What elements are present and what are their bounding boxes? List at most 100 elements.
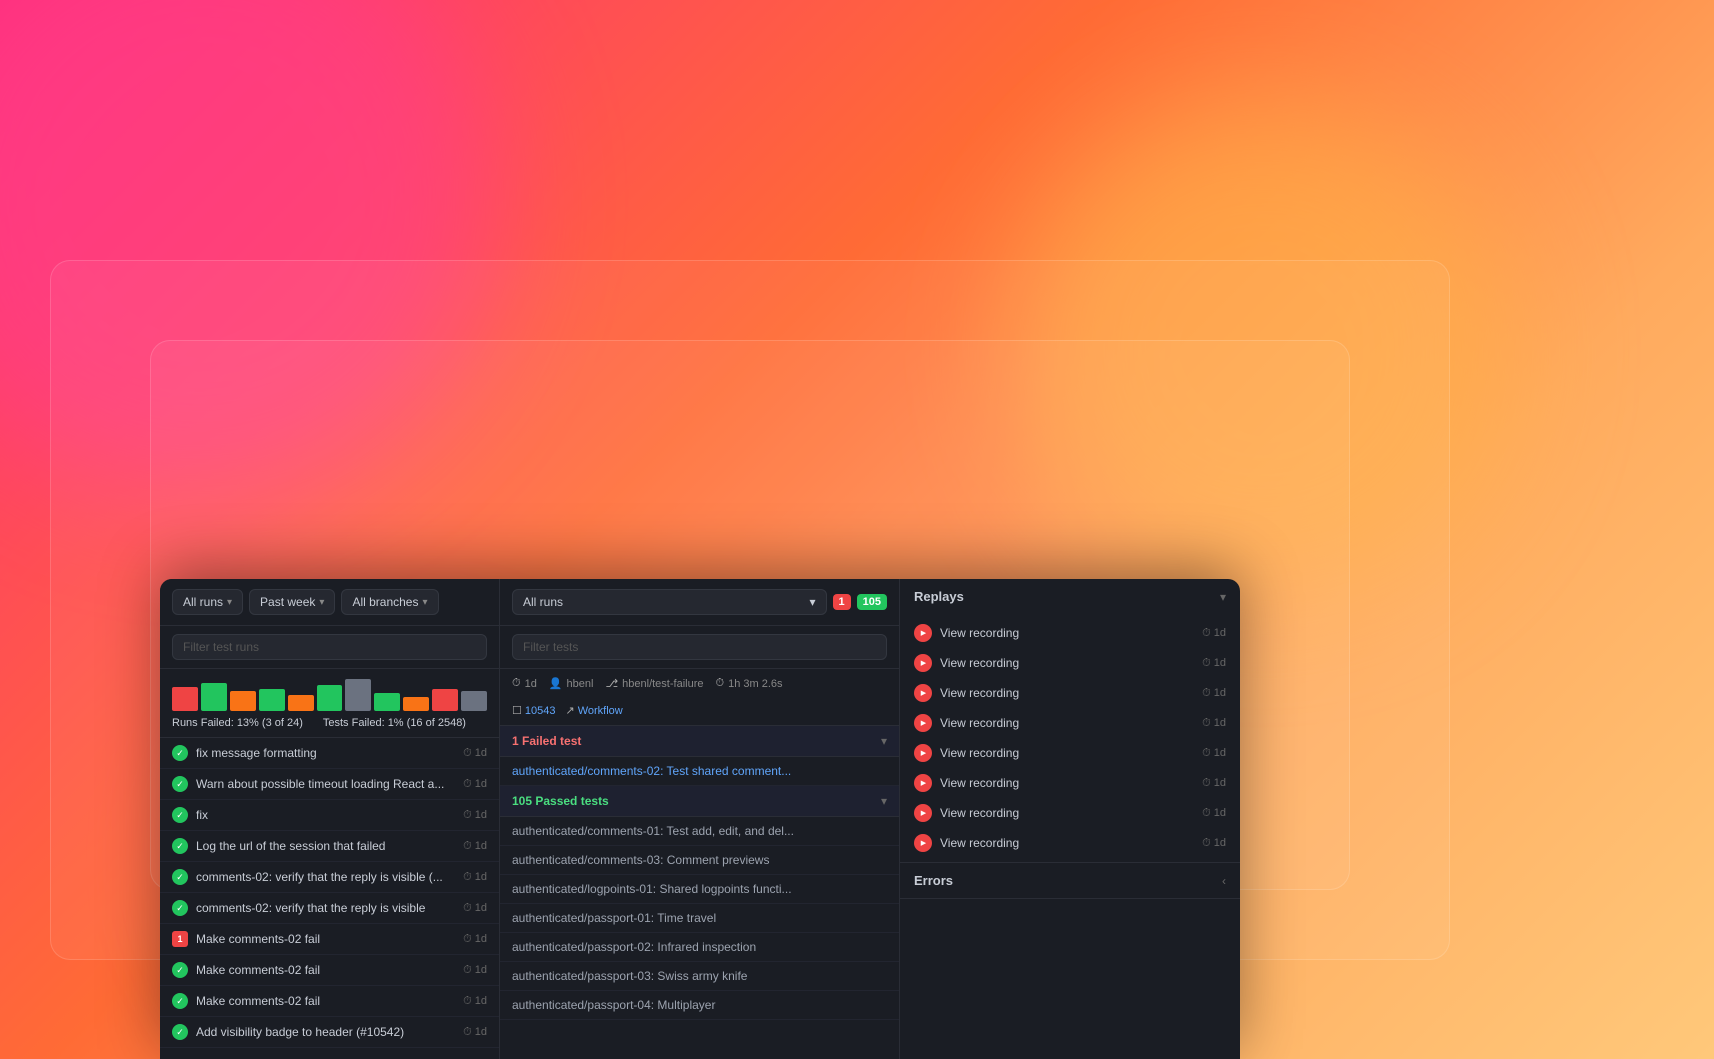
filter-runs-select[interactable]: All runs ▾ [172,589,243,615]
test-item-left: ✓Warn about possible timeout loading Rea… [172,776,463,792]
chevron-down-icon: ▾ [227,597,232,608]
replay-label: View recording [940,626,1019,640]
test-item-left: ✓comments-02: verify that the reply is v… [172,900,463,916]
test-item-left: ✓Make comments-02 fail [172,962,463,978]
replay-time: ⏱ 1d [1202,807,1226,820]
passed-tests-list: authenticated/comments-01: Test add, edi… [500,817,899,1020]
replay-item[interactable]: View recording⏱ 1d [900,708,1240,738]
replays-header[interactable]: Replays ▾ [900,579,1240,614]
chevron-down-icon: ▾ [422,597,427,608]
filter-bar: All runs ▾ Past week ▾ All branches ▾ [160,579,499,626]
replay-item[interactable]: View recording⏱ 1d [900,828,1240,858]
test-name: comments-02: verify that the reply is vi… [196,870,443,884]
list-item[interactable]: ✓Make comments-02 fail⏱ 1d [160,986,499,1017]
replay-time: ⏱ 1d [1202,747,1226,760]
replay-item-left: View recording [914,804,1019,822]
replay-item[interactable]: View recording⏱ 1d [900,618,1240,648]
pass-icon: ✓ [172,745,188,761]
passed-section-title: 105 Passed tests [512,794,609,808]
chart-area: Runs Failed: 13% (3 of 24) Tests Failed:… [160,669,499,738]
passed-test-item[interactable]: authenticated/passport-02: Infrared insp… [500,933,899,962]
passed-test-item[interactable]: authenticated/logpoints-01: Shared logpo… [500,875,899,904]
runs-failed-stat: Runs Failed: 13% (3 of 24) [172,717,303,729]
pass-icon: ✓ [172,869,188,885]
middle-search-input[interactable] [512,634,887,660]
chevron-down-icon: ▾ [881,794,887,808]
failed-test-item[interactable]: authenticated/comments-02: Test shared c… [500,757,899,786]
play-icon [914,654,932,672]
test-item-left: ✓fix message formatting [172,745,463,761]
chevron-down-icon: ▾ [319,597,324,608]
passed-test-item[interactable]: authenticated/passport-03: Swiss army kn… [500,962,899,991]
filter-branches-select[interactable]: All branches ▾ [341,589,438,615]
failed-section-title: 1 Failed test [512,734,581,748]
replay-item[interactable]: View recording⏱ 1d [900,678,1240,708]
workflow-link[interactable]: ↗ Workflow [565,704,622,717]
passed-badge: 105 [857,594,887,610]
list-item[interactable]: 1Make comments-02 fail⏱ 1d [160,924,499,955]
test-item-left: ✓Log the url of the session that failed [172,838,463,854]
play-icon [914,684,932,702]
replay-item[interactable]: View recording⏱ 1d [900,738,1240,768]
pass-icon: ✓ [172,962,188,978]
play-icon [914,624,932,642]
test-results: 1 Failed test ▾ authenticated/comments-0… [500,726,899,1059]
test-list: ✓fix message formatting⏱ 1d✓Warn about p… [160,738,499,1059]
errors-header[interactable]: Errors ‹ [900,863,1240,898]
chart-bar [461,691,487,711]
list-item[interactable]: ✓fix⏱ 1d [160,800,499,831]
filter-runs-label: All runs [183,595,223,609]
commit-link[interactable]: ☐ 10543 [512,704,555,717]
middle-search [500,626,899,669]
search-input[interactable] [172,634,487,660]
replay-item-left: View recording [914,834,1019,852]
chart-bars [172,679,487,711]
passed-test-item[interactable]: authenticated/passport-04: Multiplayer [500,991,899,1020]
play-icon [914,744,932,762]
pass-icon: ✓ [172,1024,188,1040]
list-item[interactable]: ✓comments-02: verify that the reply is v… [160,893,499,924]
errors-title: Errors [914,873,953,888]
pass-icon: ✓ [172,776,188,792]
replay-item-left: View recording [914,624,1019,642]
failed-section-header[interactable]: 1 Failed test ▾ [500,726,899,757]
passed-test-item[interactable]: authenticated/comments-01: Test add, edi… [500,817,899,846]
fail-badge: 1 [172,931,188,947]
replay-item[interactable]: View recording ⏱ 1d [900,648,1240,678]
errors-section: Errors ‹ [900,863,1240,899]
test-item-left: ✓fix [172,807,463,823]
replay-item-left: View recording [914,654,1019,672]
list-item[interactable]: ✓Make comments-02 fail⏱ 1d [160,955,499,986]
test-time: ⏱ 1d [463,1026,487,1039]
chevron-down-icon: ▾ [809,595,815,609]
meta-repo: ⎇ hbenl/test-failure [605,677,703,690]
passed-test-item[interactable]: authenticated/comments-03: Comment previ… [500,846,899,875]
passed-section-header[interactable]: 105 Passed tests ▾ [500,786,899,817]
test-time: ⏱ 1d [463,902,487,915]
chevron-left-icon: ‹ [1222,874,1226,888]
replay-list: View recording ⏱ 1d View recording ⏱ 1d View… [900,614,1240,862]
test-time: ⏱ 1d [463,747,487,760]
meta-links: ☐ 10543 ↗ Workflow [512,704,623,717]
test-time: ⏱ 1d [463,964,487,977]
passed-test-item[interactable]: authenticated/passport-01: Time travel [500,904,899,933]
play-icon [914,714,932,732]
filter-time-select[interactable]: Past week ▾ [249,589,335,615]
list-item[interactable]: ✓Warn about possible timeout loading Rea… [160,769,499,800]
list-item[interactable]: ✓fix message formatting⏱ 1d [160,738,499,769]
replay-time: ⏱ 1d [1202,687,1226,700]
replay-item[interactable]: View recording ⏱ 1d [900,798,1240,828]
test-item-left: ✓Make comments-02 fail [172,993,463,1009]
list-item[interactable]: ✓ comments-02: verify that the reply is v… [160,862,499,893]
pass-icon: ✓ [172,900,188,916]
middle-filter-select[interactable]: All runs ▾ [512,589,827,615]
replay-item[interactable]: View recording⏱ 1d [900,768,1240,798]
replay-time: ⏱ 1d [1202,717,1226,730]
replay-time: ⏱ 1d [1202,657,1226,670]
list-item[interactable]: ✓Add visibility badge to header (#10542)… [160,1017,499,1048]
filter-branches-label: All branches [352,595,418,609]
chart-bar [201,683,227,711]
list-item[interactable]: ✓Log the url of the session that failed⏱… [160,831,499,862]
chevron-down-icon: ▾ [1220,590,1226,604]
replay-label: View recording [940,806,1019,820]
